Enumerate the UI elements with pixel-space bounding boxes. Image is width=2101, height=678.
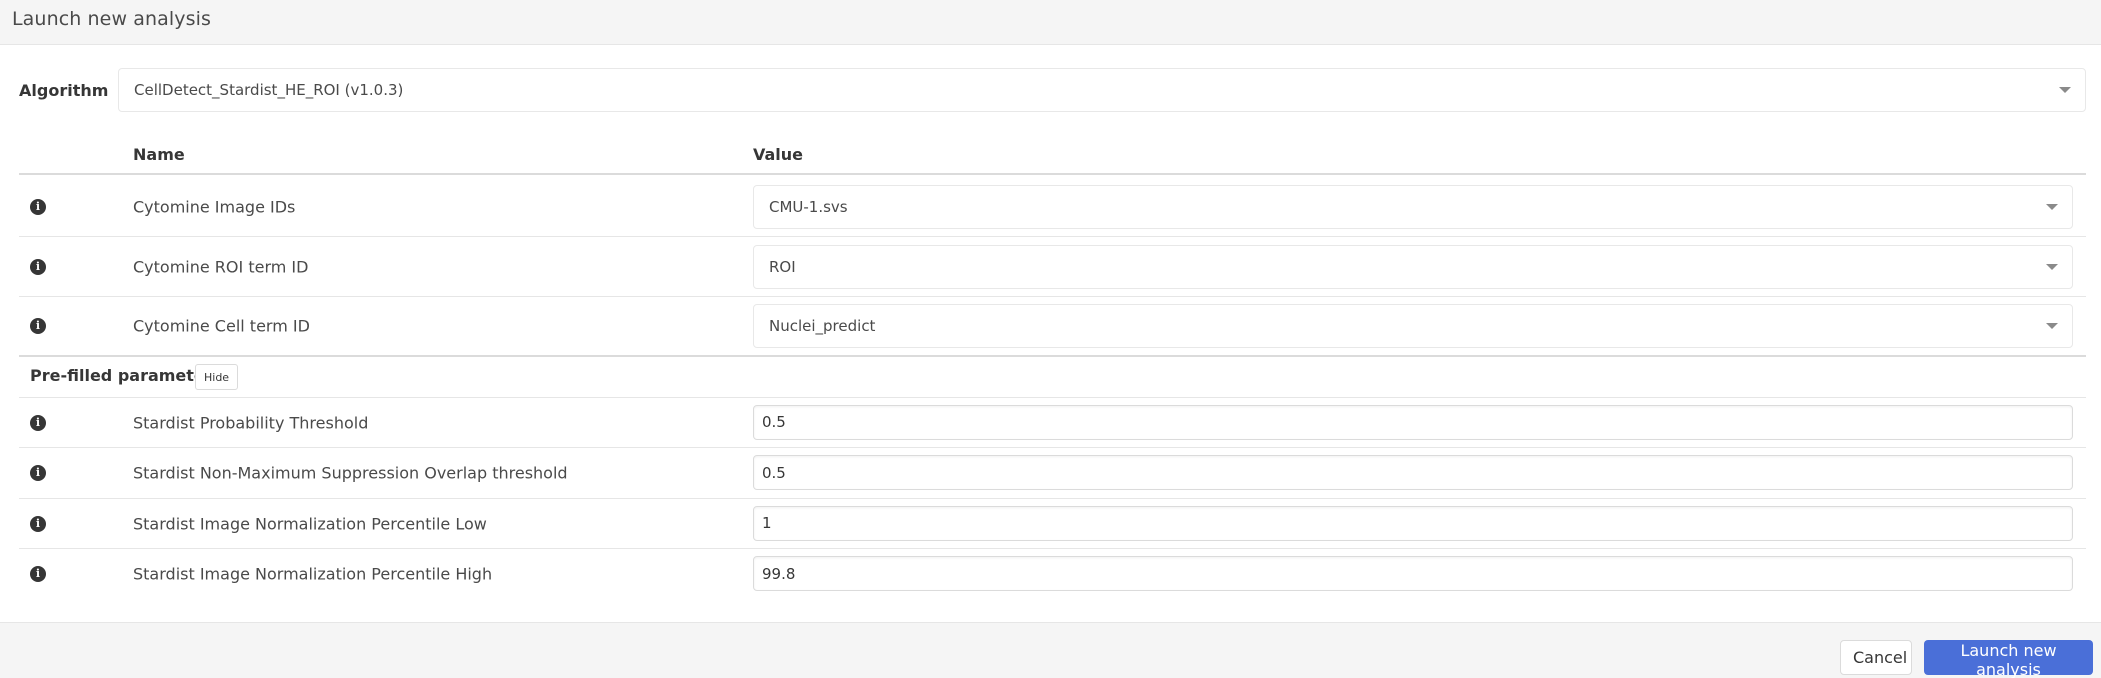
prefilled-section-header: Pre-filled parameters Hide	[19, 357, 2086, 398]
param-name: Stardist Image Normalization Percentile …	[133, 514, 487, 533]
info-circle-icon[interactable]: i	[30, 198, 46, 215]
param-name: Cytomine Image IDs	[133, 197, 296, 216]
param-row-nms-threshold: i Stardist Non-Maximum Suppression Overl…	[19, 448, 2086, 499]
select-value: ROI	[769, 257, 796, 276]
param-row-roi-term: i Cytomine ROI term ID ROI	[19, 237, 2086, 297]
select-value: Nuclei_predict	[769, 317, 876, 335]
hide-prefilled-button[interactable]: Hide	[195, 364, 239, 390]
caret-down-icon	[2046, 323, 2058, 329]
prob-threshold-input[interactable]	[753, 404, 2073, 440]
modal-header: Launch new analysis	[0, 0, 2101, 45]
param-row-percentile-high: i Stardist Image Normalization Percentil…	[19, 549, 2086, 599]
param-name: Cytomine Cell term ID	[133, 316, 310, 336]
caret-down-icon	[2059, 87, 2071, 93]
modal-footer: Cancel Launch new analysis	[0, 622, 2101, 678]
param-row-image-ids: i Cytomine Image IDs CMU-1.svs	[19, 177, 2086, 237]
cell-term-select[interactable]: Nuclei_predict	[753, 304, 2073, 348]
info-circle-icon[interactable]: i	[30, 515, 46, 532]
modal-title: Launch new analysis	[12, 8, 211, 30]
param-row-cell-term: i Cytomine Cell term ID Nuclei_predict	[19, 297, 2086, 357]
algorithm-label: Algorithm	[19, 81, 109, 100]
info-circle-icon[interactable]: i	[30, 566, 46, 582]
caret-down-icon	[2046, 203, 2058, 210]
param-row-prob-threshold: i Stardist Probability Threshold	[19, 398, 2086, 448]
info-circle-icon[interactable]: i	[30, 414, 46, 431]
param-name: Stardist Non-Maximum Suppression Overlap…	[133, 463, 568, 483]
param-name: Stardist Probability Threshold	[133, 413, 369, 432]
algorithm-select[interactable]: CellDetect_Stardist_HE_ROI (v1.0.3)	[118, 68, 2086, 112]
launch-analysis-button[interactable]: Launch new analysis	[1924, 640, 2093, 678]
param-name: Stardist Image Normalization Percentile …	[133, 564, 493, 584]
column-header-name: Name	[133, 145, 185, 164]
column-header-value: Value	[753, 145, 804, 164]
param-name: Cytomine ROI term ID	[133, 257, 309, 276]
info-circle-icon[interactable]: i	[30, 318, 46, 334]
launch-analysis-modal: Launch new analysis Algorithm CellDetect…	[0, 0, 2101, 678]
cancel-button[interactable]: Cancel	[1840, 640, 1912, 675]
param-row-percentile-low: i Stardist Image Normalization Percentil…	[19, 499, 2086, 549]
percentile-high-input[interactable]	[753, 556, 2073, 591]
info-circle-icon[interactable]: i	[30, 465, 46, 481]
caret-down-icon	[2046, 263, 2058, 270]
params-table-header: Name Value	[19, 140, 2086, 175]
info-circle-icon[interactable]: i	[30, 258, 46, 275]
percentile-low-input[interactable]	[753, 505, 2073, 541]
algorithm-select-value: CellDetect_Stardist_HE_ROI (v1.0.3)	[134, 81, 404, 99]
prefilled-label: Pre-filled parameters	[30, 366, 223, 385]
nms-threshold-input[interactable]	[753, 455, 2073, 490]
image-ids-select[interactable]: CMU-1.svs	[753, 184, 2073, 229]
select-value: CMU-1.svs	[769, 197, 848, 216]
roi-term-select[interactable]: ROI	[753, 244, 2073, 289]
